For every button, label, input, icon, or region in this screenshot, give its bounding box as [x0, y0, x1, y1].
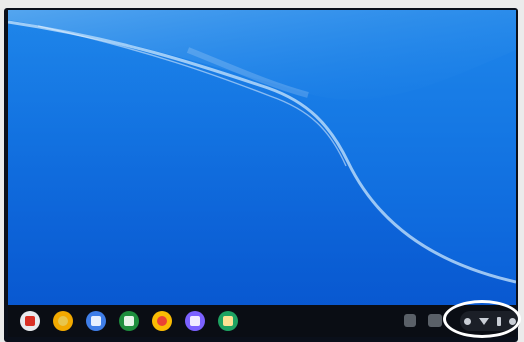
status-tray-highlight	[443, 300, 521, 338]
photos-icon[interactable]	[152, 311, 172, 331]
docs-icon[interactable]	[86, 311, 106, 331]
shelf-taskbar	[8, 305, 520, 337]
desktop-wallpaper[interactable]	[8, 10, 516, 306]
clipboard-pod-icon[interactable]	[404, 314, 416, 327]
pinned-apps	[20, 311, 251, 331]
sheets-icon[interactable]	[119, 311, 139, 331]
wallpaper-wave-graphic	[8, 10, 516, 306]
overview-pod-icon[interactable]	[428, 314, 442, 327]
slides-icon[interactable]	[185, 311, 205, 331]
chrome-icon[interactable]	[53, 311, 73, 331]
classroom-icon[interactable]	[218, 311, 238, 331]
gmail-icon[interactable]	[20, 311, 40, 331]
